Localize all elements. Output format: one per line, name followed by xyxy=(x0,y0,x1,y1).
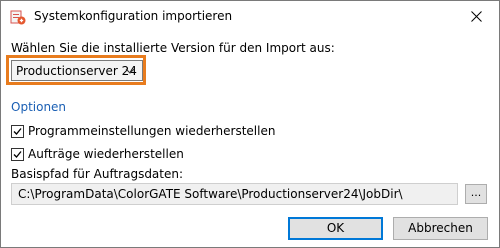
basepath-label: Basispfad für Auftragsdaten: xyxy=(11,167,184,181)
import-app-icon xyxy=(10,10,26,25)
version-select[interactable]: Productionserver 24 xyxy=(11,60,143,81)
cancel-button[interactable]: Abbrechen xyxy=(393,217,488,240)
restore-settings-option[interactable]: Programmeinstellungen wiederherstellen xyxy=(11,123,275,139)
basepath-field: C:\ProgramData\ColorGATE Software\Produc… xyxy=(11,183,458,205)
checkmark-icon xyxy=(13,150,22,158)
options-section-title: Optionen xyxy=(11,100,67,114)
checkmark-icon xyxy=(13,127,22,135)
import-dialog: Systemkonfiguration importieren Wählen S… xyxy=(0,0,500,248)
title-bar: Systemkonfiguration importieren xyxy=(1,1,499,32)
browse-button[interactable]: ... xyxy=(465,184,487,204)
close-button[interactable] xyxy=(453,1,499,32)
ok-button[interactable]: OK xyxy=(288,217,383,240)
chevron-down-icon xyxy=(125,68,135,74)
close-icon xyxy=(470,11,482,22)
version-prompt-label: Wählen Sie die installierte Version für … xyxy=(11,41,335,55)
basepath-value: C:\ProgramData\ColorGATE Software\Produc… xyxy=(18,187,403,201)
window-title: Systemkonfiguration importieren xyxy=(34,9,233,23)
restore-settings-checkbox[interactable] xyxy=(11,124,24,138)
restore-jobs-option[interactable]: Aufträge wiederherstellen xyxy=(11,146,184,162)
restore-jobs-label: Aufträge wiederherstellen xyxy=(28,147,184,161)
version-select-value: Productionserver 24 xyxy=(16,64,137,78)
restore-settings-label: Programmeinstellungen wiederherstellen xyxy=(28,124,276,138)
restore-jobs-checkbox[interactable] xyxy=(11,147,24,161)
